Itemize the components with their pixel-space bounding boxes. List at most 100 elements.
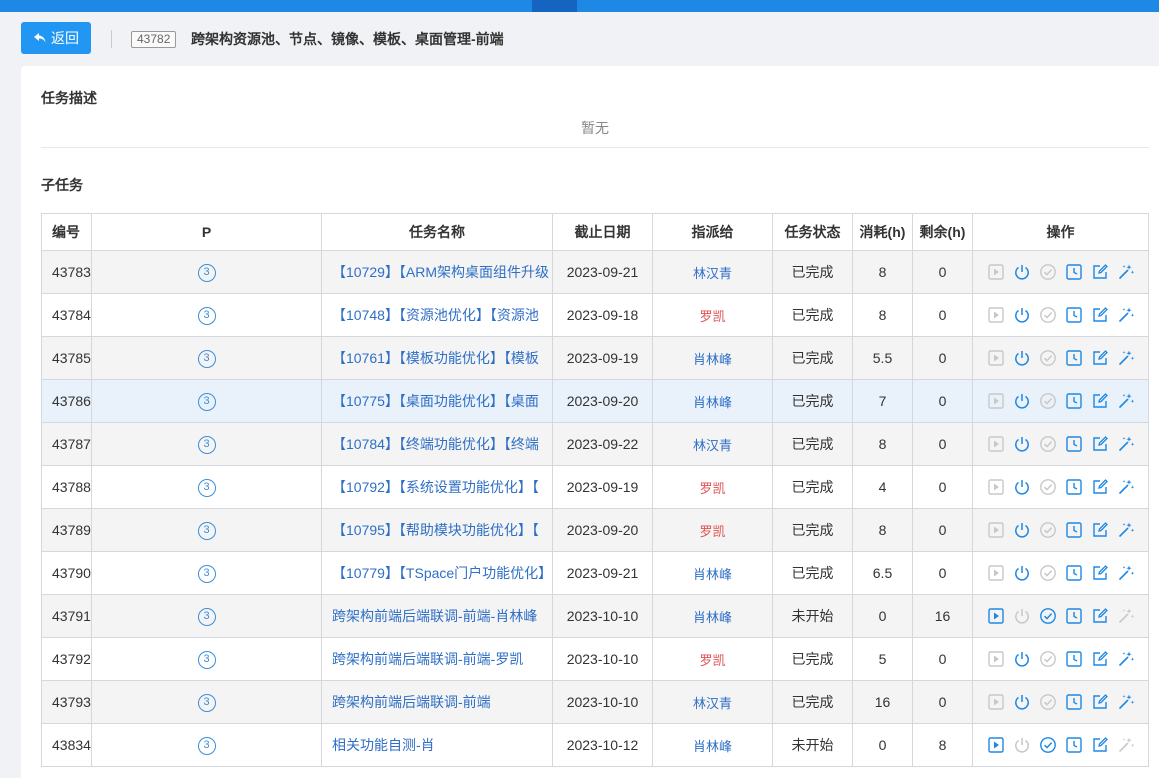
power-icon[interactable] <box>1013 306 1031 324</box>
power-icon[interactable] <box>1013 263 1031 281</box>
consumed-cell: 5 <box>852 637 913 681</box>
task-name-link[interactable]: 【10775】【桌面功能优化】【桌面 <box>321 379 553 423</box>
clock-icon[interactable] <box>1065 736 1083 754</box>
task-name-link[interactable]: 【10792】【系统设置功能优化】【 <box>321 465 553 509</box>
edit-icon[interactable] <box>1091 306 1109 324</box>
edit-icon[interactable] <box>1091 693 1109 711</box>
magic-wand-icon[interactable] <box>1117 349 1135 367</box>
edit-icon[interactable] <box>1091 607 1109 625</box>
magic-wand-icon[interactable] <box>1117 693 1135 711</box>
clock-icon[interactable] <box>1065 564 1083 582</box>
clock-icon[interactable] <box>1065 306 1083 324</box>
actions-cell <box>972 723 1149 767</box>
power-icon[interactable] <box>1013 521 1031 539</box>
task-name-link[interactable]: 跨架构前端后端联调-前端 <box>321 680 553 724</box>
back-button[interactable]: 返回 <box>21 22 91 54</box>
edit-icon[interactable] <box>1091 263 1109 281</box>
start-icon[interactable] <box>987 736 1005 754</box>
task-name-link[interactable]: 相关功能自测-肖 <box>321 723 553 767</box>
table-row[interactable]: 43783 3 【10729】【ARM架构桌面组件升级 2023-09-21 林汉青 已完… <box>41 250 1149 294</box>
task-name-link[interactable]: 跨架构前端后端联调-前端-罗凯 <box>321 637 553 681</box>
clock-icon[interactable] <box>1065 607 1083 625</box>
power-icon[interactable] <box>1013 392 1031 410</box>
edit-icon[interactable] <box>1091 435 1109 453</box>
priority-badge: 3 <box>197 393 216 411</box>
magic-wand-icon[interactable] <box>1117 435 1135 453</box>
clock-icon[interactable] <box>1065 349 1083 367</box>
table-row[interactable]: 43788 3 【10792】【系统设置功能优化】【 2023-09-19 罗凯 已完成 4… <box>41 465 1149 509</box>
magic-wand-icon[interactable] <box>1117 392 1135 410</box>
clock-icon[interactable] <box>1065 478 1083 496</box>
priority-badge: 3 <box>197 608 216 626</box>
table-row[interactable]: 43791 3 跨架构前端后端联调-前端-肖林峰 2023-10-10 肖林峰 未开始 0 1… <box>41 594 1149 638</box>
task-name-link[interactable]: 【10795】【帮助模块功能优化】【 <box>321 508 553 552</box>
remaining-cell: 8 <box>912 723 973 767</box>
table-row[interactable]: 43790 3 【10779】【TSpace门户功能优化】 2023-09-21 肖林峰… <box>41 551 1149 595</box>
clock-icon[interactable] <box>1065 263 1083 281</box>
actions-cell <box>972 379 1149 423</box>
task-name-link[interactable]: 跨架构前端后端联调-前端-肖林峰 <box>321 594 553 638</box>
table-row[interactable]: 43784 3 【10748】【资源池优化】【资源池 2023-09-18 罗凯 已完成 8… <box>41 293 1149 337</box>
table-row[interactable]: 43793 3 跨架构前端后端联调-前端 2023-10-10 林汉青 已完成 16 0 <box>41 680 1149 724</box>
power-icon[interactable] <box>1013 435 1031 453</box>
power-icon[interactable] <box>1013 693 1031 711</box>
priority-cell: 3 <box>91 293 322 337</box>
priority-cell: 3 <box>91 723 322 767</box>
assignee-name: 罗凯 <box>699 652 726 668</box>
magic-wand-icon[interactable] <box>1117 564 1135 582</box>
edit-icon[interactable] <box>1091 564 1109 582</box>
edit-icon[interactable] <box>1091 736 1109 754</box>
start-icon <box>987 650 1005 668</box>
task-name-link[interactable]: 【10748】【资源池优化】【资源池 <box>321 293 553 337</box>
task-name-link[interactable]: 【10761】【模板功能优化】【模板 <box>321 336 553 380</box>
deadline-cell: 2023-09-20 <box>552 508 653 552</box>
task-name-link[interactable]: 【10779】【TSpace门户功能优化】 <box>321 551 553 595</box>
description-empty: 暂无 <box>581 120 609 136</box>
clock-icon[interactable] <box>1065 521 1083 539</box>
edit-icon[interactable] <box>1091 650 1109 668</box>
power-icon[interactable] <box>1013 564 1031 582</box>
table-row[interactable]: 43787 3 【10784】【终端功能优化】【终端 2023-09-22 林汉青 已完成… <box>41 422 1149 466</box>
status-cell: 已完成 <box>772 379 853 423</box>
remaining-cell: 0 <box>912 293 973 337</box>
status-cell: 已完成 <box>772 293 853 337</box>
check-circle-icon[interactable] <box>1039 607 1057 625</box>
priority-badge: 3 <box>197 651 216 669</box>
actions-cell <box>972 250 1149 294</box>
power-icon[interactable] <box>1013 478 1031 496</box>
table-row[interactable]: 43834 3 相关功能自测-肖 2023-10-12 肖林峰 未开始 0 8 <box>41 723 1149 767</box>
clock-icon[interactable] <box>1065 435 1083 453</box>
table-row[interactable]: 43786 3 【10775】【桌面功能优化】【桌面 2023-09-20 肖林峰 已完成… <box>41 379 1149 423</box>
clock-icon[interactable] <box>1065 693 1083 711</box>
magic-wand-icon[interactable] <box>1117 263 1135 281</box>
edit-icon[interactable] <box>1091 392 1109 410</box>
task-id-cell: 43785 <box>41 336 92 380</box>
task-id-cell: 43834 <box>41 723 92 767</box>
start-icon[interactable] <box>987 607 1005 625</box>
table-row[interactable]: 43785 3 【10761】【模板功能优化】【模板 2023-09-19 肖林峰 已完成… <box>41 336 1149 380</box>
magic-wand-icon[interactable] <box>1117 650 1135 668</box>
assignee-name: 林汉青 <box>692 695 732 711</box>
edit-icon[interactable] <box>1091 478 1109 496</box>
clock-icon[interactable] <box>1065 392 1083 410</box>
actions-cell <box>972 422 1149 466</box>
power-icon[interactable] <box>1013 650 1031 668</box>
magic-wand-icon[interactable] <box>1117 306 1135 324</box>
priority-badge: 3 <box>197 264 216 282</box>
consumed-cell: 0 <box>852 594 913 638</box>
task-name-link[interactable]: 【10729】【ARM架构桌面组件升级 <box>321 250 553 294</box>
check-circle-icon[interactable] <box>1039 736 1057 754</box>
task-name-link[interactable]: 【10784】【终端功能优化】【终端 <box>321 422 553 466</box>
row-actions <box>974 435 1148 453</box>
edit-icon[interactable] <box>1091 521 1109 539</box>
clock-icon[interactable] <box>1065 650 1083 668</box>
edit-icon[interactable] <box>1091 349 1109 367</box>
magic-wand-icon[interactable] <box>1117 521 1135 539</box>
power-icon[interactable] <box>1013 349 1031 367</box>
table-row[interactable]: 43792 3 跨架构前端后端联调-前端-罗凯 2023-10-10 罗凯 已完成 5 0 <box>41 637 1149 681</box>
assignee-cell: 林汉青 <box>652 250 773 294</box>
magic-wand-icon[interactable] <box>1117 478 1135 496</box>
check-circle-icon <box>1039 478 1057 496</box>
table-row[interactable]: 43789 3 【10795】【帮助模块功能优化】【 2023-09-20 罗凯 已完成 8… <box>41 508 1149 552</box>
remaining-cell: 0 <box>912 680 973 724</box>
